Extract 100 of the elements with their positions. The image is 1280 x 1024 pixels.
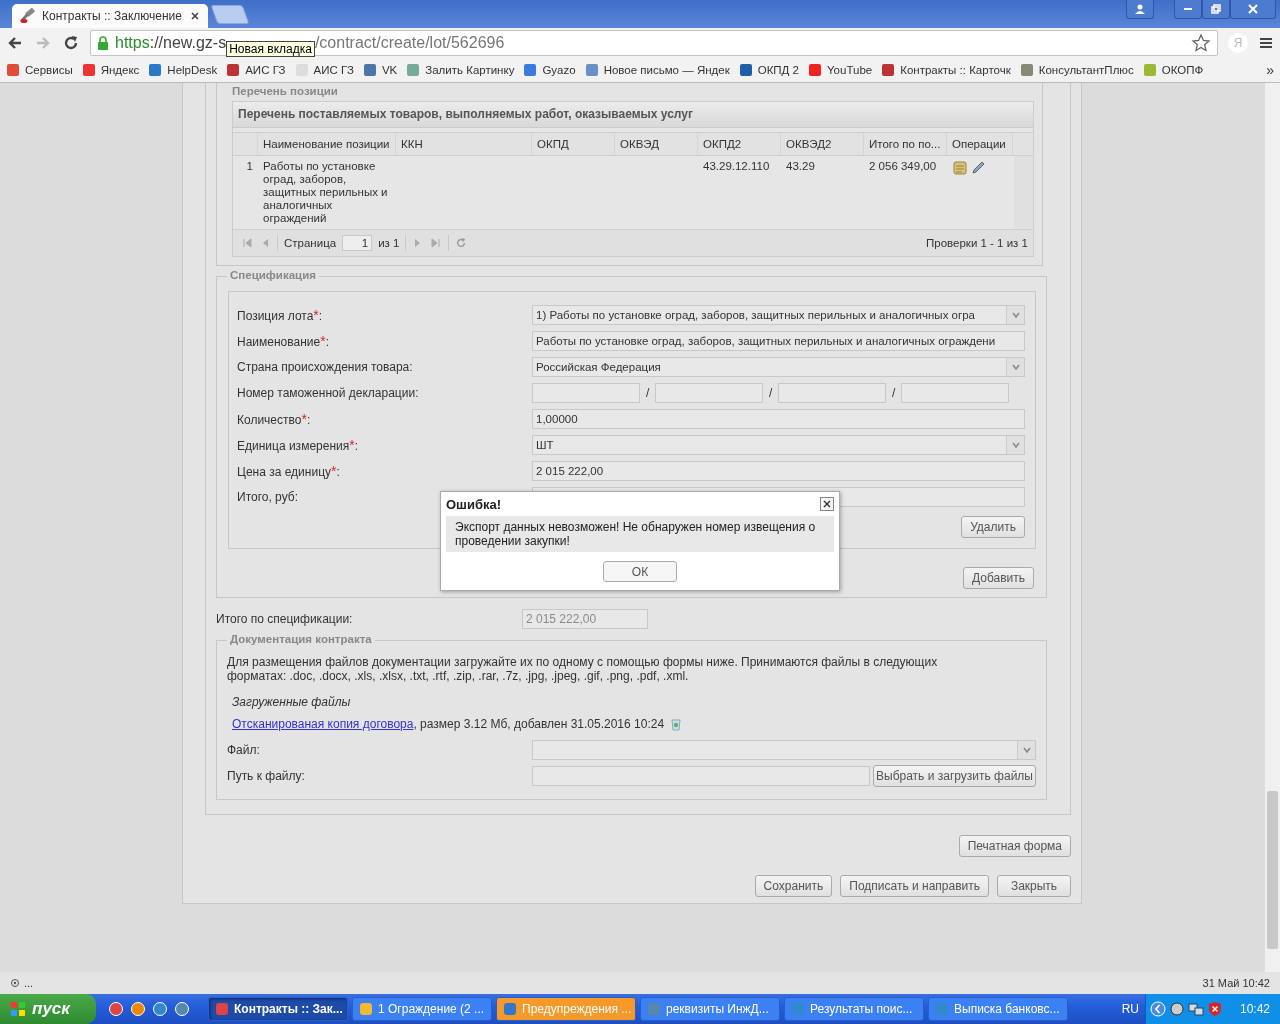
- text-field[interactable]: [655, 383, 763, 403]
- dropdown-field[interactable]: 1) Работы по установке оград, заборов, защитных перильных и аналогичных огра: [532, 305, 1025, 325]
- bookmark[interactable]: АИС ГЗ: [294, 63, 354, 77]
- tray-icon[interactable]: [1168, 1001, 1185, 1017]
- text-field[interactable]: Работы по установке оград, заборов, защитных перильных и аналогичных ограждени: [532, 331, 1025, 351]
- status-datetime: 31 Май 10:42: [1202, 977, 1270, 989]
- table-cell-text: 2 056 349,00: [868, 159, 938, 174]
- column-header[interactable]: ККН: [396, 133, 532, 155]
- more-bookmarks-button[interactable]: »: [1266, 62, 1274, 78]
- separator-text: /: [769, 386, 772, 400]
- bookmark[interactable]: Залить Картинку: [406, 63, 515, 77]
- separator-text: /: [646, 386, 649, 400]
- scrollbar[interactable]: [1264, 83, 1280, 972]
- close-button[interactable]: [1230, 0, 1276, 19]
- taskbar-button[interactable]: реквизиты ИнжД...: [640, 997, 780, 1021]
- field-label: Файл:: [227, 743, 261, 757]
- bookmark-icon: [81, 63, 96, 77]
- taskbar-button[interactable]: Результаты поис...: [784, 997, 924, 1021]
- quick-launch-icon[interactable]: [174, 1001, 190, 1017]
- table-cell-text: Работы по установке оград, заборов, защитных перильных и аналогичных ограждений: [262, 159, 389, 226]
- text-field[interactable]: 1,00000: [532, 409, 1025, 429]
- column-header[interactable]: ОКПД: [532, 133, 615, 155]
- table-cell-text: 43.29.12.110: [702, 159, 771, 174]
- text-field[interactable]: [532, 383, 640, 403]
- footer-button[interactable]: Сохранить: [754, 875, 833, 897]
- column-header[interactable]: ОКПД2: [698, 133, 781, 155]
- caret-icon: [1010, 362, 1021, 372]
- menu-icon[interactable]: [1258, 35, 1274, 51]
- profile-button[interactable]: [1126, 0, 1154, 19]
- refresh-icon[interactable]: [455, 237, 468, 249]
- upload-button[interactable]: Выбрать и загрузить файлы: [873, 765, 1036, 787]
- minimize-button[interactable]: [1174, 0, 1202, 19]
- column-header[interactable]: Наименование позиции: [258, 133, 396, 155]
- dropdown-field[interactable]: Российская Федерация: [532, 357, 1025, 377]
- column-header[interactable]: ОКВЭД2: [781, 133, 864, 155]
- language-indicator[interactable]: RU: [1121, 1002, 1139, 1016]
- bookmark-icon: [738, 63, 753, 77]
- taskbar-button[interactable]: 1 Ограждение (2 ...: [352, 997, 492, 1021]
- file-path-field[interactable]: [532, 766, 871, 786]
- text-field[interactable]: 2 015 222,00: [532, 461, 1025, 481]
- add-button[interactable]: Добавить: [962, 567, 1034, 589]
- bookmark[interactable]: ОКОПФ: [1142, 63, 1204, 77]
- app-icon: [791, 1002, 805, 1016]
- star-icon[interactable]: [1191, 33, 1211, 53]
- close-icon[interactable]: [820, 497, 834, 511]
- new-tab-button[interactable]: [210, 5, 250, 24]
- bookmark-icon: [6, 63, 20, 77]
- fieldset-legend: Документация контракта: [227, 633, 375, 645]
- bookmark-icon: [523, 63, 538, 77]
- bookmark-icon: [406, 63, 421, 77]
- separator-text: /: [892, 386, 895, 400]
- shield-icon[interactable]: [1206, 1001, 1223, 1017]
- taskbar-button[interactable]: Выписка банковс...: [928, 997, 1068, 1021]
- error-message: Экспорт данных невозможен! Не обнаружен номер извещения о проведении закупки!: [446, 516, 834, 552]
- restore-button[interactable]: [1202, 0, 1230, 19]
- text-field[interactable]: [778, 383, 886, 403]
- bookmark[interactable]: КонсультантПлюс: [1019, 63, 1134, 77]
- field-label: Номер таможенной декларации:: [237, 386, 420, 400]
- taskbar-button[interactable]: Контракты :: Зак...: [208, 997, 348, 1021]
- bookmark[interactable]: YouTube: [808, 63, 873, 77]
- bookmark[interactable]: ОКПД 2: [738, 63, 799, 77]
- network-icon[interactable]: [1187, 1001, 1204, 1017]
- lock-icon: [97, 36, 109, 50]
- scroll-icon[interactable]: [952, 160, 968, 176]
- ok-button[interactable]: ОК: [603, 561, 677, 582]
- field-label: Итого по спецификации:: [216, 612, 354, 626]
- column-header[interactable]: Операции: [947, 133, 1013, 155]
- column-header[interactable]: Итого по по...: [864, 133, 947, 155]
- print-form-button[interactable]: Печатная форма: [958, 835, 1071, 857]
- dropdown-field[interactable]: ШТ: [532, 435, 1025, 455]
- quick-launch-icon[interactable]: [152, 1001, 168, 1017]
- dropdown-field[interactable]: [532, 740, 1036, 760]
- pencil-icon[interactable]: [970, 160, 986, 176]
- scrollbar-thumb[interactable]: [1267, 791, 1278, 949]
- delete-button[interactable]: Удалить: [961, 516, 1025, 538]
- footer-button[interactable]: Подписать и направить: [840, 875, 989, 897]
- bookmark[interactable]: Gyazo: [523, 63, 576, 77]
- browser-tab[interactable]: Контракты :: Заключение: [12, 4, 208, 28]
- bookmark[interactable]: HelpDesk: [148, 63, 218, 77]
- close-icon[interactable]: [190, 11, 200, 21]
- page-field[interactable]: 1: [342, 235, 373, 251]
- bookmark-icon: [1142, 63, 1157, 77]
- quick-launch-icon[interactable]: [130, 1001, 146, 1017]
- bookmark[interactable]: Контракты :: Карточк: [881, 63, 1011, 77]
- reload-icon[interactable]: [62, 34, 80, 52]
- app-icon: [215, 1002, 229, 1016]
- clock: 10:42: [1239, 1002, 1270, 1016]
- bookmark[interactable]: Сервисы: [6, 63, 73, 77]
- bookmark[interactable]: Яндекс: [81, 63, 140, 77]
- footer-button[interactable]: Закрыть: [997, 875, 1071, 897]
- bookmark[interactable]: VK: [362, 63, 398, 77]
- bookmark[interactable]: Новое письмо — Яндек: [584, 63, 730, 77]
- column-header[interactable]: ОКВЭД: [615, 133, 698, 155]
- field-label: Количество*:: [237, 411, 312, 427]
- quick-launch-icon[interactable]: [108, 1001, 124, 1017]
- start-button[interactable]: пуск: [0, 994, 96, 1024]
- text-field[interactable]: [901, 383, 1009, 403]
- bookmark[interactable]: АИС ГЗ: [226, 63, 286, 77]
- field-label: Единица измерения*:: [237, 437, 360, 453]
- bookmark-icon: [881, 63, 896, 77]
